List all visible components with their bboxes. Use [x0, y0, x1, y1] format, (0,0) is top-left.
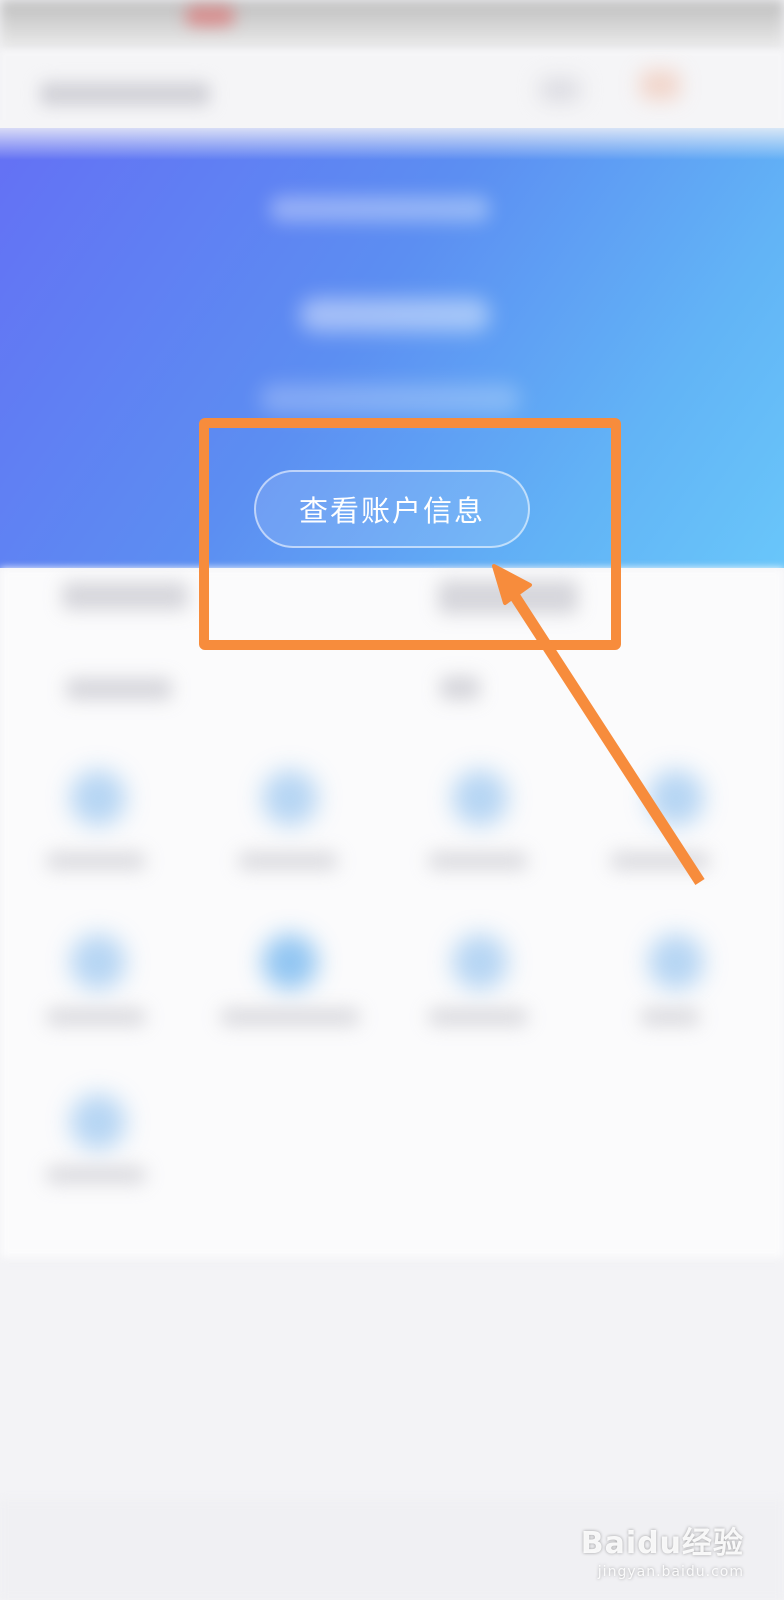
arrow-head [492, 564, 532, 605]
watermark-logo: Baidu经验 [580, 1526, 744, 1561]
watermark-url: jingyan.baidu.com [597, 1564, 744, 1580]
pointer-arrow [492, 564, 705, 885]
arrow-shaft [509, 592, 705, 885]
baidu-jingyan-watermark: Baidu经验 jingyan.baidu.com [581, 1518, 744, 1580]
